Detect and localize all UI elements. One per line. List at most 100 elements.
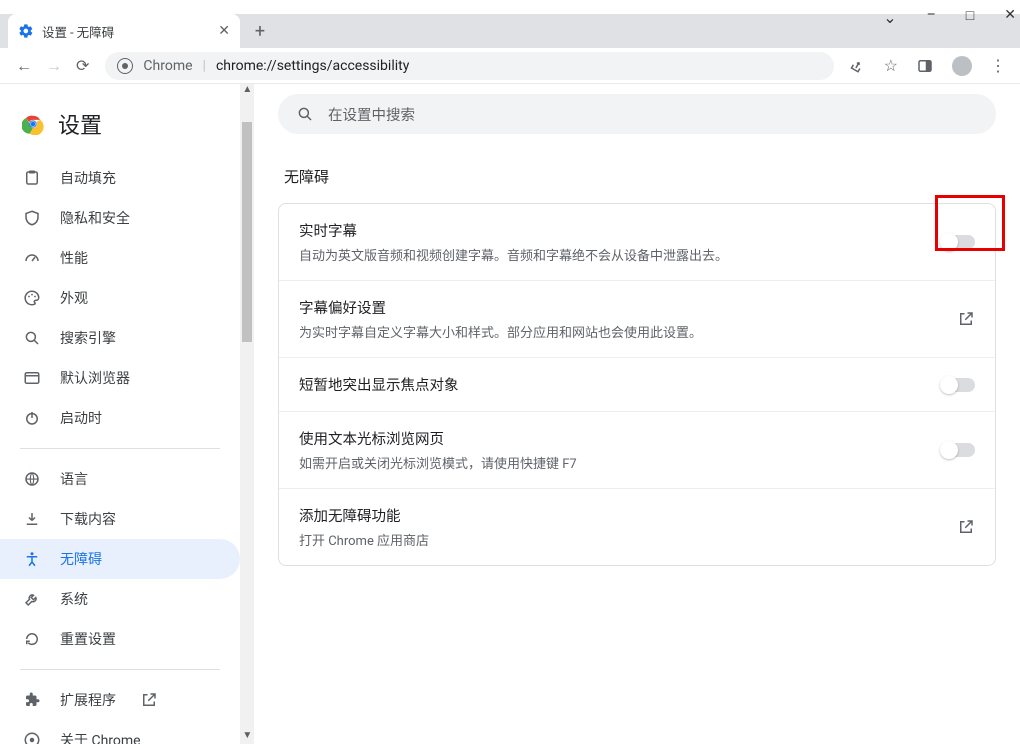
plus-icon: + — [255, 21, 265, 42]
open-external-icon[interactable] — [957, 518, 975, 536]
tab-title: 设置 - 无障碍 — [42, 22, 114, 41]
setting-row-caret-browsing: 使用文本光标浏览网页如需开启或关闭光标浏览模式，请使用快捷键 F7 — [279, 411, 995, 488]
sidebar-separator — [20, 448, 220, 449]
sidebar-item-label: 无障碍 — [60, 549, 102, 569]
caret-browsing-toggle[interactable] — [941, 443, 975, 457]
sidebar-item-power[interactable]: 启动时 — [0, 398, 240, 438]
omnibox[interactable]: Chrome | chrome://settings/accessibility — [105, 52, 833, 80]
row-subtitle: 为实时字幕自定义字幕大小和样式。部分应用和网站也会使用此设置。 — [299, 322, 702, 341]
row-subtitle: 打开 Chrome 应用商店 — [299, 530, 429, 549]
sidebar-item-globe[interactable]: 语言 — [0, 459, 240, 499]
row-subtitle: 如需开启或关闭光标浏览模式，请使用快捷键 F7 — [299, 453, 577, 472]
tab-strip: 设置 - 无障碍 ✕ + — [0, 14, 1020, 48]
sidebar-item-label: 自动填充 — [60, 168, 116, 188]
sidebar-item-label: 重置设置 — [60, 629, 116, 649]
sidebar-item-about[interactable]: 关于 Chrome — [0, 720, 240, 744]
browser-icon — [22, 369, 42, 387]
live-caption-toggle[interactable] — [941, 235, 975, 249]
globe-icon — [22, 470, 42, 488]
sidebar-item-wrench[interactable]: 系统 — [0, 579, 240, 619]
url-separator: | — [203, 58, 206, 74]
sidebar-item-palette[interactable]: 外观 — [0, 278, 240, 318]
gear-icon — [18, 23, 34, 39]
window-minimize-icon[interactable]: – — [927, 7, 936, 23]
scroll-thumb[interactable] — [242, 122, 252, 342]
sidebar-item-speed[interactable]: 性能 — [0, 238, 240, 278]
search-icon — [22, 329, 42, 347]
sidebar-item-label: 关于 Chrome — [60, 730, 141, 744]
new-tab-button[interactable]: + — [246, 17, 274, 45]
sidebar-scrollbar[interactable]: ▲ ▼ — [240, 84, 254, 744]
url-path: chrome://settings/accessibility — [216, 58, 409, 74]
sidebar-item-label: 性能 — [60, 248, 88, 268]
ext-icon — [22, 691, 42, 709]
sidebar-item-label: 启动时 — [60, 408, 102, 428]
chrome-logo-icon — [22, 113, 44, 135]
setting-row-add-a11y[interactable]: 添加无障碍功能打开 Chrome 应用商店 — [279, 488, 995, 565]
section-title: 无障碍 — [278, 138, 996, 203]
sidebar-item-autofill[interactable]: 自动填充 — [0, 158, 240, 198]
sidebar-item-a11y[interactable]: 无障碍 — [0, 539, 240, 579]
url-bar: ← → ⟳ Chrome | chrome://settings/accessi… — [0, 48, 1020, 84]
shield-icon — [22, 209, 42, 227]
browser-tab[interactable]: 设置 - 无障碍 ✕ — [8, 14, 240, 48]
sidebar-item-browser[interactable]: 默认浏览器 — [0, 358, 240, 398]
sidebar-separator — [20, 669, 220, 670]
search-icon — [296, 105, 314, 123]
palette-icon — [22, 289, 42, 307]
sidebar-item-label: 默认浏览器 — [60, 368, 130, 388]
settings-heading: 设置 — [0, 102, 240, 158]
setting-row-focus-highlight: 短暂地突出显示焦点对象 — [279, 357, 995, 411]
sidebar-item-label: 系统 — [60, 589, 88, 609]
site-info-icon[interactable] — [117, 58, 133, 74]
sidebar-item-shield[interactable]: 隐私和安全 — [0, 198, 240, 238]
focus-highlight-toggle[interactable] — [941, 378, 975, 392]
wrench-icon — [22, 590, 42, 608]
row-title: 使用文本光标浏览网页 — [299, 428, 577, 449]
bookmark-icon[interactable]: ☆ — [884, 56, 898, 75]
setting-row-caption-prefs[interactable]: 字幕偏好设置为实时字幕自定义字幕大小和样式。部分应用和网站也会使用此设置。 — [279, 280, 995, 357]
back-button[interactable]: ← — [16, 56, 32, 76]
sidebar-item-label: 扩展程序 — [60, 690, 116, 710]
sidebar-item-reset[interactable]: 重置设置 — [0, 619, 240, 659]
window-maximize-icon[interactable]: □ — [966, 7, 974, 24]
tab-close-icon[interactable]: ✕ — [218, 23, 230, 39]
sidebar-item-ext[interactable]: 扩展程序 — [0, 680, 240, 720]
reset-icon — [22, 630, 42, 648]
profile-avatar-icon[interactable] — [952, 56, 972, 76]
settings-search-input[interactable]: 在设置中搜索 — [278, 94, 996, 134]
window-titlebar — [0, 0, 1020, 14]
scroll-down-icon[interactable]: ▼ — [240, 730, 254, 744]
power-icon — [22, 409, 42, 427]
share-icon[interactable] — [848, 57, 866, 75]
window-controls: ⌄ – □ ✕ — [883, 0, 1016, 30]
sidebar-item-label: 搜索引擎 — [60, 328, 116, 348]
row-title: 短暂地突出显示焦点对象 — [299, 374, 459, 395]
row-title: 添加无障碍功能 — [299, 505, 429, 526]
about-icon — [22, 731, 42, 744]
forward-button[interactable]: → — [46, 56, 62, 76]
sidebar-item-download[interactable]: 下载内容 — [0, 499, 240, 539]
autofill-icon — [22, 169, 42, 187]
open-external-icon — [140, 691, 158, 709]
url-origin-label: Chrome — [143, 58, 192, 74]
window-dropdown-icon[interactable]: ⌄ — [883, 8, 896, 27]
sidebar-item-label: 外观 — [60, 288, 88, 308]
browser-menu-icon[interactable]: ⋮ — [990, 56, 1006, 75]
a11y-icon — [22, 550, 42, 568]
settings-card: 实时字幕自动为英文版音频和视频创建字幕。音频和字幕绝不会从设备中泄露出去。字幕偏… — [278, 203, 996, 566]
setting-row-live-caption: 实时字幕自动为英文版音频和视频创建字幕。音频和字幕绝不会从设备中泄露出去。 — [279, 204, 995, 280]
sidebar-item-label: 下载内容 — [60, 509, 116, 529]
sidebar-wrap: 设置 自动填充隐私和安全性能外观搜索引擎默认浏览器启动时语言下载内容无障碍系统重… — [0, 84, 254, 744]
search-placeholder: 在设置中搜索 — [328, 104, 415, 125]
row-subtitle: 自动为英文版音频和视频创建字幕。音频和字幕绝不会从设备中泄露出去。 — [299, 245, 728, 264]
scroll-up-icon[interactable]: ▲ — [240, 84, 254, 98]
download-icon — [22, 510, 42, 528]
speed-icon — [22, 249, 42, 267]
sidebar-item-search[interactable]: 搜索引擎 — [0, 318, 240, 358]
sidebar-item-label: 隐私和安全 — [60, 208, 130, 228]
window-close-icon[interactable]: ✕ — [1004, 7, 1016, 23]
reload-button[interactable]: ⟳ — [76, 56, 89, 75]
sidepanel-icon[interactable] — [916, 57, 934, 75]
open-external-icon[interactable] — [957, 310, 975, 328]
